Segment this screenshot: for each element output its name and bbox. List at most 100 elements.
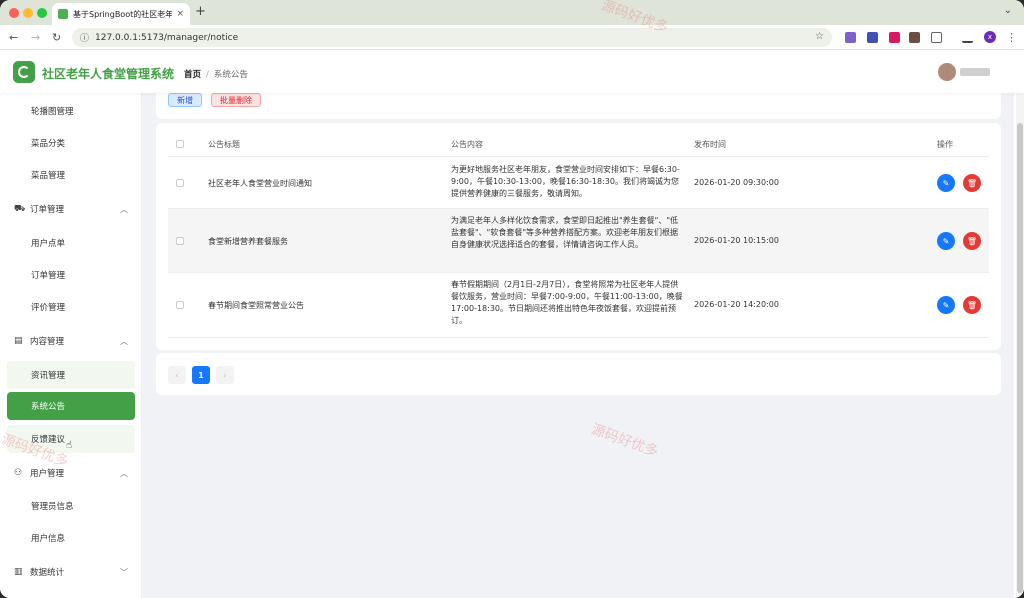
sidebar-group-label: 内容管理 <box>30 337 65 347</box>
batch-delete-button[interactable]: 批量删除 <box>211 93 261 107</box>
toolbar-card: 新增 批量删除 <box>156 93 1001 119</box>
menu-icon[interactable]: ⋮ <box>1006 31 1017 44</box>
url-field[interactable]: ⓘ 127.0.0.1:5173/manager/notice ☆ <box>72 28 832 47</box>
page-scrollbar[interactable] <box>1016 93 1024 598</box>
table-header: 公告标题 公告内容 发布时间 操作 <box>168 131 989 157</box>
breadcrumb: 首页 / 系统公告 <box>184 68 248 80</box>
sidebar-group-label: 订单管理 <box>30 205 65 215</box>
table-row[interactable]: 食堂新增营养套餐服务 为满足老年人多样化饮食需求，食堂即日起推出"养生套餐"、"… <box>168 209 989 273</box>
sidebar-item-carousel[interactable]: 轮播图管理 <box>7 97 135 125</box>
browser-window: 基于SpringBoot的社区老年人食堂 × + ⌄ ← → ↻ ⓘ 127.0… <box>0 0 1024 598</box>
sidebar-item-label: 用户点单 <box>31 239 66 249</box>
app-title: 社区老年人食堂管理系统 <box>42 67 175 81</box>
address-bar-row: ← → ↻ ⓘ 127.0.0.1:5173/manager/notice ☆ … <box>0 25 1024 50</box>
row-time: 2026-01-20 14:20:00 <box>694 300 779 309</box>
cart-icon: ⛟ <box>14 203 26 214</box>
extension-icon[interactable] <box>909 32 920 43</box>
table-row[interactable]: 春节期间食堂照常营业公告 春节假期期间（2月1日-2月7日），食堂将照常为社区老… <box>168 273 989 338</box>
delete-icon[interactable]: 🗑 <box>963 174 981 192</box>
sidebar-group-label: 数据统计 <box>30 568 65 578</box>
row-checkbox[interactable] <box>176 301 184 309</box>
select-all-checkbox[interactable] <box>176 140 184 148</box>
sidebar-item-label: 反馈建议 <box>31 435 66 445</box>
sidebar-item-label: 评价管理 <box>31 303 66 313</box>
reload-icon[interactable]: ↻ <box>52 31 61 44</box>
tab-list-icon[interactable]: ⌄ <box>1004 5 1012 16</box>
browser-tab[interactable]: 基于SpringBoot的社区老年人食堂 × <box>52 3 190 25</box>
notice-table-card: 公告标题 公告内容 发布时间 操作 社区老年人食堂营业时间通知 为更好地服务社区… <box>156 123 1001 350</box>
sidebar: 轮播图管理 菜品分类 菜品管理 ⛟ 订单管理 ︿ 用户点单 订单管理 评价管理 … <box>0 93 142 598</box>
edit-icon[interactable]: ✎ <box>937 232 955 250</box>
sidebar-item-notice[interactable]: 系统公告 <box>7 392 135 420</box>
prev-page-button[interactable]: ‹ <box>168 366 186 384</box>
add-button[interactable]: 新增 <box>168 93 202 107</box>
sidebar-item-dish-category[interactable]: 菜品分类 <box>7 129 135 157</box>
user-name-blurred[interactable] <box>960 68 990 76</box>
extensions-puzzle-icon[interactable] <box>931 32 942 43</box>
sidebar-item-label: 系统公告 <box>31 402 66 412</box>
chart-icon: ▥ <box>14 567 23 577</box>
row-content: 春节假期期间（2月1日-2月7日），食堂将照常为社区老年人提供餐饮服务，营业时间… <box>451 280 683 325</box>
main-content: 新增 批量删除 公告标题 公告内容 发布时间 操作 社区老年人食堂营业时间通知 … <box>142 93 1014 598</box>
row-time: 2026-01-20 10:15:00 <box>694 236 779 245</box>
extension-icon[interactable] <box>867 32 878 43</box>
avatar[interactable] <box>938 63 956 81</box>
maximize-window-button[interactable] <box>37 8 47 18</box>
tab-bar: 基于SpringBoot的社区老年人食堂 × + ⌄ <box>0 0 1024 25</box>
sidebar-item-label: 菜品分类 <box>31 139 66 149</box>
url-text: 127.0.0.1:5173/manager/notice <box>95 32 239 43</box>
extension-icon[interactable] <box>889 32 900 43</box>
scrollbar-thumb[interactable] <box>1017 123 1023 593</box>
sidebar-item-review-management[interactable]: 评价管理 <box>7 293 135 321</box>
profile-avatar[interactable]: x <box>984 31 996 43</box>
sidebar-group-user[interactable]: ⚇ 用户管理 ︿ <box>0 459 141 487</box>
pagination-card: ‹ 1 › <box>156 353 1001 395</box>
close-window-button[interactable] <box>9 8 19 18</box>
minimize-window-button[interactable] <box>23 8 33 18</box>
breadcrumb-current: 系统公告 <box>213 70 248 80</box>
edit-icon[interactable]: ✎ <box>937 174 955 192</box>
extension-icon[interactable] <box>845 32 856 43</box>
sidebar-group-stats[interactable]: ▥ 数据统计 ﹀ <box>0 558 141 586</box>
chevron-down-icon: ﹀ <box>120 567 128 577</box>
app-logo-icon <box>13 61 35 83</box>
chevron-up-icon: ︿ <box>120 336 128 346</box>
sidebar-item-news[interactable]: 资讯管理 <box>7 361 135 389</box>
breadcrumb-separator: / <box>206 70 209 80</box>
sidebar-item-admin-info[interactable]: 管理员信息 <box>7 492 135 520</box>
sidebar-item-label: 用户信息 <box>31 534 66 544</box>
sidebar-group-content[interactable]: ▤ 内容管理 ︿ <box>0 327 141 355</box>
header-actions: 操作 <box>937 140 953 149</box>
row-title: 食堂新增营养套餐服务 <box>208 237 288 246</box>
sidebar-group-order[interactable]: ⛟ 订单管理 ︿ <box>0 195 141 223</box>
bookmark-icon[interactable]: ☆ <box>815 31 824 42</box>
app-header: 社区老年人食堂管理系统 首页 / 系统公告 <box>0 51 1024 93</box>
table-row[interactable]: 社区老年人食堂营业时间通知 为更好地服务社区老年朋友，食堂营业时间安排如下：早餐… <box>168 158 989 209</box>
download-icon[interactable] <box>962 32 973 43</box>
sidebar-item-user-order[interactable]: 用户点单 <box>7 229 135 257</box>
next-page-button[interactable]: › <box>216 366 234 384</box>
delete-icon[interactable]: 🗑 <box>963 232 981 250</box>
user-icon: ⚇ <box>14 468 23 478</box>
site-info-icon[interactable]: ⓘ <box>80 31 89 44</box>
row-checkbox[interactable] <box>176 237 184 245</box>
row-title: 春节期间食堂照常营业公告 <box>208 301 304 310</box>
sidebar-item-order-management[interactable]: 订单管理 <box>7 261 135 289</box>
header-time: 发布时间 <box>694 140 726 149</box>
sidebar-item-user-info[interactable]: 用户信息 <box>7 524 135 552</box>
edit-icon[interactable]: ✎ <box>937 296 955 314</box>
tab-close-icon[interactable]: × <box>176 9 184 19</box>
header-content: 公告内容 <box>451 140 483 149</box>
row-checkbox[interactable] <box>176 179 184 187</box>
back-icon[interactable]: ← <box>9 31 18 44</box>
sidebar-item-label: 资讯管理 <box>31 371 66 381</box>
breadcrumb-home[interactable]: 首页 <box>184 70 201 80</box>
page-button-current[interactable]: 1 <box>192 366 210 384</box>
delete-icon[interactable]: 🗑 <box>963 296 981 314</box>
row-content: 为满足老年人多样化饮食需求，食堂即日起推出"养生套餐"、"低盐套餐"、"软食套餐… <box>451 216 679 249</box>
chevron-up-icon: ︿ <box>120 468 128 478</box>
forward-icon[interactable]: → <box>31 31 40 44</box>
new-tab-button[interactable]: + <box>195 4 206 19</box>
sidebar-item-dish-management[interactable]: 菜品管理 <box>7 161 135 189</box>
tab-title: 基于SpringBoot的社区老年人食堂 <box>73 9 173 19</box>
